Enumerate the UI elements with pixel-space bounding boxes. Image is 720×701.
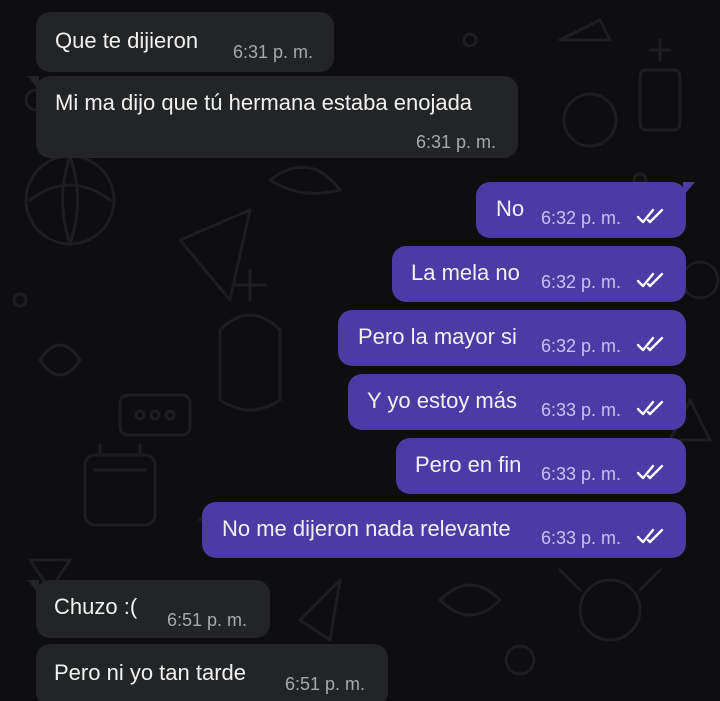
message-time: 6:33 p. m. (541, 528, 622, 548)
message-time: 6:31 p. m. (233, 42, 314, 62)
message-time: 6:32 p. m. (541, 336, 622, 356)
double-check-icon (636, 272, 664, 288)
message-time: 6:51 p. m. (285, 674, 366, 694)
message-text: Y yo estoy más (367, 388, 517, 413)
message-time: 6:33 p. m. (541, 464, 622, 484)
double-check-icon (636, 528, 664, 544)
double-check-icon (636, 208, 664, 224)
incoming-message[interactable]: Pero ni yo tan tarde 6:51 p. m. (36, 644, 388, 701)
message-text: Pero ni yo tan tarde (54, 660, 247, 685)
message-text: Chuzo :( (54, 594, 138, 619)
message-text: No me dijeron nada relevante (222, 516, 511, 541)
double-check-icon (636, 464, 664, 480)
chat-view[interactable]: Que te dijieron 6:31 p. m. Mi ma dijo qu… (0, 0, 720, 701)
outgoing-message[interactable]: Y yo estoy más 6:33 p. m. (348, 374, 686, 430)
outgoing-message[interactable]: Pero la mayor si 6:32 p. m. (338, 310, 686, 366)
message-text: Que te dijieron (55, 28, 199, 53)
outgoing-message[interactable]: No 6:32 p. m. (476, 182, 695, 238)
double-check-icon (636, 400, 664, 416)
message-text: No (496, 196, 525, 221)
outgoing-message[interactable]: La mela no 6:32 p. m. (392, 246, 686, 302)
outgoing-message[interactable]: No me dijeron nada relevante 6:33 p. m. (202, 502, 686, 558)
message-time: 6:33 p. m. (541, 400, 622, 420)
outgoing-message[interactable]: Pero en fin 6:33 p. m. (396, 438, 686, 494)
message-time: 6:32 p. m. (541, 208, 622, 228)
incoming-message[interactable]: Chuzo :( 6:51 p. m. (27, 580, 270, 638)
message-text: Pero la mayor si (358, 324, 517, 349)
message-text: Pero en fin (415, 452, 522, 477)
message-text: La mela no (411, 260, 520, 285)
incoming-message[interactable]: Que te dijieron 6:31 p. m. (36, 12, 334, 72)
message-time: 6:31 p. m. (416, 132, 497, 152)
message-time: 6:51 p. m. (167, 610, 248, 630)
double-check-icon (636, 336, 664, 352)
message-time: 6:32 p. m. (541, 272, 622, 292)
message-text: Mi ma dijo que tú hermana estaba enojada (55, 90, 473, 115)
incoming-message[interactable]: Mi ma dijo que tú hermana estaba enojada… (27, 76, 518, 158)
